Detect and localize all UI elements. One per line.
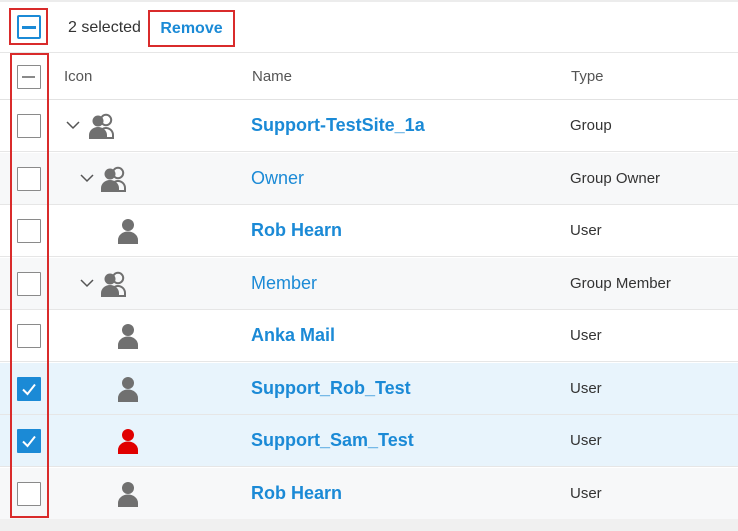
row-name-link[interactable]: Member [251, 273, 317, 294]
row-name-link[interactable]: Support-TestSite_1a [251, 115, 425, 136]
selection-toolbar: 2 selected Remove [0, 0, 738, 53]
user-icon [116, 217, 140, 250]
table-row[interactable]: Rob Hearn User [0, 205, 738, 257]
row-type: User [570, 379, 602, 397]
column-header-type[interactable]: Type [571, 68, 604, 85]
header-checkbox[interactable] [17, 65, 41, 89]
row-name-link[interactable]: Anka Mail [251, 325, 335, 346]
row-type: User [570, 327, 602, 344]
table-header: Icon Name Type [0, 53, 738, 100]
row-checkbox[interactable] [17, 114, 41, 138]
table-row[interactable]: Member Group Member [0, 257, 738, 310]
row-checkbox[interactable] [17, 166, 41, 191]
row-type: Group Owner [570, 169, 661, 187]
row-name-link[interactable]: Owner [251, 168, 304, 189]
column-header-name[interactable]: Name [252, 68, 292, 85]
table-row[interactable]: Support_Sam_Test User [0, 415, 738, 467]
row-type: Group Member [570, 274, 671, 292]
column-header-icon[interactable]: Icon [64, 68, 92, 85]
group-icon [88, 112, 118, 145]
table-row[interactable]: Support_Rob_Test User [0, 362, 738, 415]
row-type: User [570, 222, 602, 239]
row-name-link[interactable]: Support_Rob_Test [251, 378, 411, 399]
selected-count: 2 selected [68, 19, 141, 36]
table-row[interactable]: Owner Group Owner [0, 152, 738, 205]
row-checkbox[interactable] [17, 376, 41, 401]
group-icon [100, 270, 130, 303]
user-icon [116, 375, 140, 408]
chevron-down-icon[interactable] [79, 275, 95, 291]
row-checkbox[interactable] [17, 271, 41, 296]
row-name-link[interactable]: Rob Hearn [251, 220, 342, 241]
chevron-down-icon[interactable] [79, 170, 95, 186]
user-icon [116, 322, 140, 355]
row-checkbox[interactable] [17, 481, 41, 506]
chevron-down-icon[interactable] [65, 117, 81, 133]
user-icon [116, 427, 140, 460]
row-type: Group [570, 117, 612, 134]
row-checkbox[interactable] [17, 429, 41, 453]
table-footer-strip [0, 519, 738, 531]
row-type: User [570, 484, 602, 502]
table-row[interactable]: Anka Mail User [0, 310, 738, 362]
select-all-checkbox[interactable] [17, 15, 41, 39]
row-type: User [570, 432, 602, 449]
select-all-highlight [9, 8, 48, 45]
row-checkbox[interactable] [17, 324, 41, 348]
row-checkbox[interactable] [17, 219, 41, 243]
table-row[interactable]: Rob Hearn User [0, 467, 738, 520]
user-icon [116, 480, 140, 513]
row-name-link[interactable]: Rob Hearn [251, 483, 342, 504]
row-name-link[interactable]: Support_Sam_Test [251, 430, 414, 451]
group-icon [100, 165, 130, 198]
remove-button[interactable]: Remove [148, 10, 235, 47]
table-row[interactable]: Support-TestSite_1a Group [0, 100, 738, 152]
